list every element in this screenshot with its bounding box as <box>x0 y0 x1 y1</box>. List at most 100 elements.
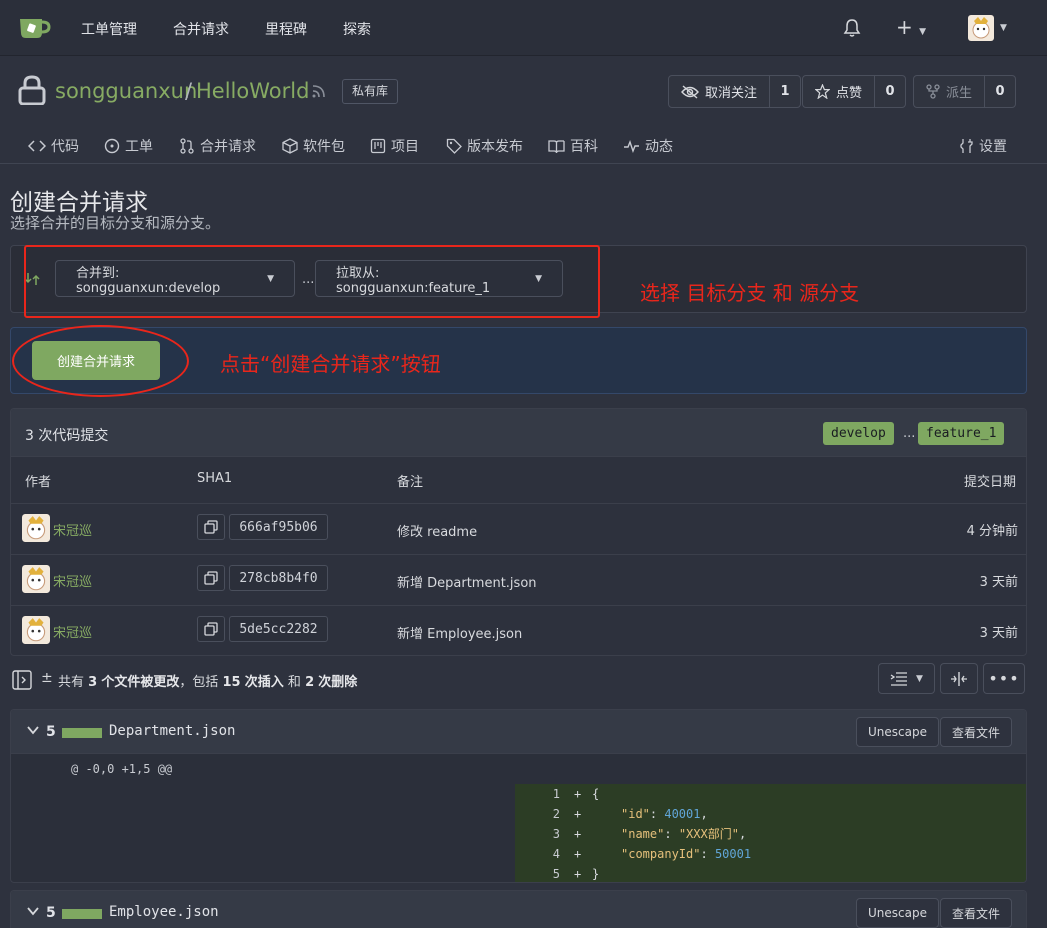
commit-message[interactable]: 新增 Department.json <box>397 572 537 591</box>
star-count[interactable]: 0 <box>875 76 905 107</box>
json-key: "name" <box>621 827 665 841</box>
gitea-logo[interactable] <box>18 13 52 41</box>
nav-issues[interactable]: 工单管理 <box>81 19 137 39</box>
whitespace-options-button[interactable]: ▼ <box>878 663 935 694</box>
json-key: "companyId" <box>621 847 701 861</box>
code-text: { <box>592 787 600 801</box>
avatar[interactable] <box>22 565 50 593</box>
files-changed-count: 3 <box>88 675 98 690</box>
fork-button-group[interactable]: 派生 0 <box>913 75 1017 108</box>
tab-releases[interactable]: 版本发布 <box>446 136 523 156</box>
pull-request-icon <box>179 138 195 154</box>
tab-settings[interactable]: 设置 <box>959 136 1007 156</box>
star-label: 点赞 <box>836 86 863 101</box>
repo-owner-link[interactable]: songguanxun <box>55 79 197 103</box>
avatar[interactable] <box>22 514 50 542</box>
sidebar-toggle-icon[interactable] <box>12 670 32 690</box>
commit-sha-link[interactable]: 666af95b06 <box>229 514 328 540</box>
file-change-count: 5 <box>46 724 56 740</box>
diff-sign: + <box>574 827 582 841</box>
column-date: 提交日期 <box>963 475 1016 490</box>
tab-label: 代码 <box>51 139 79 155</box>
view-file-button[interactable]: 查看文件 <box>940 898 1013 928</box>
rss-icon[interactable] <box>311 83 327 99</box>
unwatch-label: 取消关注 <box>705 86 758 101</box>
tab-projects[interactable]: 项目 <box>370 136 419 156</box>
diff-added-lines: 1 +{ 2 + "id": 40001, 3 + "name": "XXX部门", 4 +… <box>515 784 1026 882</box>
hunk-header: @ -0,0 +1,5 @@ <box>71 762 173 776</box>
base-branch-label[interactable]: develop <box>823 422 894 445</box>
repo-name-link[interactable]: HelloWorld <box>196 79 309 103</box>
line-number[interactable]: 1 <box>515 784 560 804</box>
tab-label: 软件包 <box>303 139 345 155</box>
commit-author[interactable]: 宋冠巡 <box>53 571 92 590</box>
star-button-group[interactable]: 点赞 0 <box>802 75 907 108</box>
tab-activity[interactable]: 动态 <box>623 136 673 156</box>
fork-button[interactable]: 派生 <box>914 76 986 107</box>
watch-count[interactable]: 1 <box>770 76 800 107</box>
tools-icon <box>959 138 974 154</box>
chevron-down-icon[interactable] <box>27 726 39 735</box>
tab-label: 动态 <box>645 139 673 155</box>
column-author: 作者 <box>25 475 52 490</box>
tab-issues[interactable]: 工单 <box>104 136 153 156</box>
code-line: 4 + "companyId": 50001 <box>515 844 1026 864</box>
commit-message[interactable]: 新增 Employee.json <box>397 623 522 642</box>
line-number[interactable]: 5 <box>515 864 560 882</box>
caret-down-icon[interactable]: ▼ <box>1000 23 1007 33</box>
avatar[interactable] <box>22 616 50 644</box>
commits-count: 3 次代码提交 <box>25 428 109 444</box>
json-value: "XXX部门" <box>678 827 739 841</box>
commit-sha-link[interactable]: 5de5cc2282 <box>229 616 328 642</box>
tab-wiki[interactable]: 百科 <box>548 136 598 156</box>
fork-count[interactable]: 0 <box>985 76 1015 107</box>
bell-icon[interactable] <box>843 18 861 38</box>
line-number[interactable]: 3 <box>515 824 560 844</box>
lock-icon <box>18 75 46 105</box>
copy-icon[interactable] <box>197 616 225 642</box>
more-options-button[interactable]: ••• <box>983 663 1025 694</box>
create-new-menu[interactable]: + ▼ <box>896 17 926 42</box>
annotation-highlight-ellipse <box>12 325 189 397</box>
unwatch-button[interactable]: 取消关注 <box>669 76 771 107</box>
commit-date: 3 天前 <box>979 626 1018 641</box>
tab-packages[interactable]: 软件包 <box>282 136 345 156</box>
fork-label: 派生 <box>946 86 973 101</box>
diff-file-header: 5 Department.json Unescape 查看文件 <box>11 710 1026 754</box>
file-name-link[interactable]: Employee.json <box>109 904 219 920</box>
unescape-button[interactable]: Unescape <box>856 898 939 928</box>
nav-pull-requests[interactable]: 合并请求 <box>173 19 229 39</box>
chevron-down-icon[interactable] <box>27 907 39 916</box>
caret-down-icon: ▼ <box>916 673 923 684</box>
tab-pull-requests[interactable]: 合并请求 <box>179 136 256 156</box>
star-button[interactable]: 点赞 <box>803 76 876 107</box>
tab-code[interactable]: 代码 <box>28 136 79 156</box>
code-text: , <box>700 807 708 821</box>
commit-author[interactable]: 宋冠巡 <box>53 622 92 641</box>
indent-icon <box>890 671 908 686</box>
nav-milestones[interactable]: 里程碑 <box>265 19 307 39</box>
view-file-button[interactable]: 查看文件 <box>940 717 1013 747</box>
commit-author[interactable]: 宋冠巡 <box>53 520 92 539</box>
commits-header: 3 次代码提交 develop ... feature_1 <box>11 409 1026 457</box>
page-subtitle: 选择合并的目标分支和源分支。 <box>10 214 221 232</box>
user-avatar[interactable] <box>968 15 994 41</box>
nav-explore[interactable]: 探索 <box>343 19 371 39</box>
deletions-count: 2 <box>305 675 315 690</box>
annotation-highlight-box <box>24 245 600 318</box>
head-branch-label[interactable]: feature_1 <box>918 422 1005 445</box>
commit-message[interactable]: 修改 readme <box>397 521 477 540</box>
deletions-label: 次删除 <box>318 675 358 690</box>
line-number[interactable]: 4 <box>515 844 560 864</box>
tab-label: 版本发布 <box>467 139 523 155</box>
unescape-button[interactable]: Unescape <box>856 717 939 747</box>
private-badge: 私有库 <box>342 79 399 104</box>
watch-button-group[interactable]: 取消关注 1 <box>668 75 802 108</box>
copy-icon[interactable] <box>197 514 225 540</box>
copy-icon[interactable] <box>197 565 225 591</box>
commit-sha-link[interactable]: 278cb8b4f0 <box>229 565 328 591</box>
line-number[interactable]: 2 <box>515 804 560 824</box>
table-row: 宋冠巡 5de5cc2282 新增 Employee.json 3 天前 <box>11 605 1026 655</box>
split-view-button[interactable] <box>940 663 978 694</box>
file-name-link[interactable]: Department.json <box>109 723 235 739</box>
